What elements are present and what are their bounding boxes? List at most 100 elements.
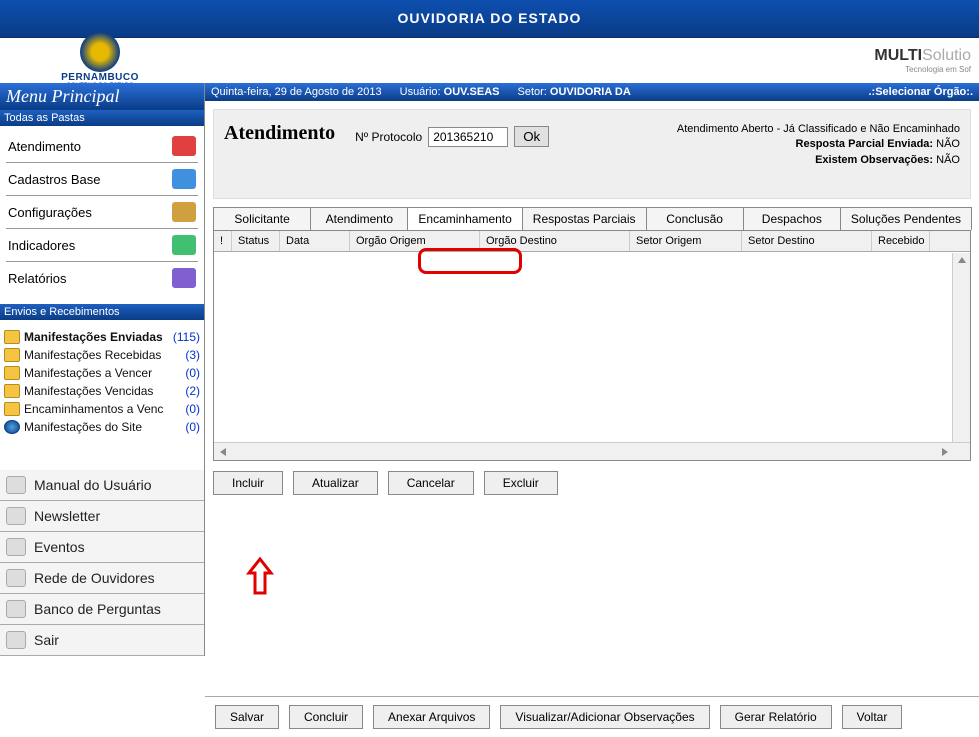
envios-item[interactable]: Manifestações Enviadas(115) [4, 328, 200, 346]
folder-label: Relatórios [8, 271, 67, 286]
bottom-link-banco-de-perguntas[interactable]: Banco de Perguntas [0, 594, 204, 625]
tab-solicitante[interactable]: Solicitante [213, 207, 311, 230]
status-line-1: Atendimento Aberto - Já Classificado e N… [677, 122, 960, 137]
envios-item[interactable]: Manifestações Vencidas(2) [4, 382, 200, 400]
bottom-link-label: Eventos [34, 539, 85, 555]
excluir-button[interactable]: Excluir [484, 471, 558, 495]
sidebar-section-envios: Envios e Recebimentos [0, 304, 204, 320]
envios-count: (0) [185, 420, 200, 434]
tab-solu-es-pendentes[interactable]: Soluções Pendentes [840, 207, 972, 230]
folder-item-atendimento[interactable]: Atendimento [6, 130, 198, 163]
tab-encaminhamento[interactable]: Encaminhamento [407, 207, 522, 230]
main-column: Quinta-feira, 29 de Agosto de 2013 Usuár… [205, 83, 979, 656]
tab-despachos[interactable]: Despachos [743, 207, 841, 230]
brand-block: MULTISolutio Tecnologia em Sof [874, 47, 979, 74]
folder-icon [172, 202, 196, 222]
brand-sub: Tecnologia em Sof [874, 65, 971, 74]
heading-panel: Atendimento Nº Protocolo Ok Atendimento … [213, 109, 971, 199]
network-icon [6, 569, 26, 587]
folder-label: Cadastros Base [8, 172, 101, 187]
envios-item[interactable]: Manifestações a Vencer(0) [4, 364, 200, 382]
top-banner: OUVIDORIA DO ESTADO [0, 0, 979, 38]
question-icon [6, 600, 26, 618]
folder-item-indicadores[interactable]: Indicadores [6, 229, 198, 262]
col-header[interactable]: Setor Origem [630, 231, 742, 251]
footer-button-bar: Salvar Concluir Anexar Arquivos Visualizar/… [205, 696, 979, 737]
folder-mini-icon [4, 384, 20, 398]
folder-icon [172, 268, 196, 288]
page-title: Atendimento [224, 122, 335, 145]
info-bar: Quinta-feira, 29 de Agosto de 2013 Usuár… [205, 83, 979, 101]
envios-count: (0) [185, 366, 200, 380]
folder-icon [172, 136, 196, 156]
col-header[interactable]: Recebido [872, 231, 930, 251]
tab-atendimento[interactable]: Atendimento [310, 207, 408, 230]
envios-label: Manifestações Recebidas [24, 348, 183, 362]
col-header[interactable]: Data [280, 231, 350, 251]
col-header[interactable]: Status [232, 231, 280, 251]
orgao-selector[interactable]: .:Selecionar Órgão:. [868, 86, 973, 98]
folder-label: Atendimento [8, 139, 81, 154]
envios-count: (3) [185, 348, 200, 362]
infobar-user: Usuário: OUV.SEAS [400, 86, 500, 98]
sidebar-section-folders: Todas as Pastas [0, 110, 204, 126]
infobar-setor: Setor: OUVIDORIA DA [518, 86, 631, 98]
ok-button[interactable]: Ok [514, 126, 549, 147]
col-header[interactable]: Orgão Origem [350, 231, 480, 251]
status-line-3: Existem Observações: NÃO [677, 153, 960, 168]
bottom-link-newsletter[interactable]: Newsletter [0, 501, 204, 532]
folder-mini-icon [4, 348, 20, 362]
tab-conclus-o[interactable]: Conclusão [646, 207, 744, 230]
header-strip: PERNAMBUCO GOVERNO DO ESTADO MULTISoluti… [0, 38, 979, 83]
envios-label: Encaminhamentos a Venc [24, 402, 183, 416]
envios-item[interactable]: Manifestações Recebidas(3) [4, 346, 200, 364]
envelope-icon [6, 507, 26, 525]
envios-count: (2) [185, 384, 200, 398]
brand-name: MULTISolutio [874, 47, 971, 65]
envios-item[interactable]: Encaminhamentos a Venc(0) [4, 400, 200, 418]
action-button-row: Incluir Atualizar Cancelar Excluir [213, 471, 971, 495]
scrollbar-horizontal[interactable] [214, 442, 970, 460]
globe-icon [4, 420, 20, 434]
bottom-link-sair[interactable]: Sair [0, 625, 204, 656]
col-header[interactable]: ! [214, 231, 232, 251]
folder-mini-icon [4, 402, 20, 416]
bottom-link-label: Rede de Ouvidores [34, 570, 155, 586]
folder-icon [172, 169, 196, 189]
infobar-date: Quinta-feira, 29 de Agosto de 2013 [211, 86, 382, 98]
salvar-button[interactable]: Salvar [215, 705, 279, 729]
envios-count: (115) [173, 330, 200, 344]
sidebar-title: Menu Principal [0, 83, 204, 110]
folder-item-cadastros-base[interactable]: Cadastros Base [6, 163, 198, 196]
folder-item-configura-es[interactable]: Configurações [6, 196, 198, 229]
envios-item[interactable]: Manifestações do Site(0) [4, 418, 200, 436]
incluir-button[interactable]: Incluir [213, 471, 283, 495]
envios-count: (0) [185, 402, 200, 416]
crest-emblem-icon [80, 32, 120, 72]
atualizar-button[interactable]: Atualizar [293, 471, 378, 495]
bottom-link-label: Manual do Usuário [34, 477, 152, 493]
envios-label: Manifestações a Vencer [24, 366, 183, 380]
anexar-arquivos-button[interactable]: Anexar Arquivos [373, 705, 490, 729]
cancelar-button[interactable]: Cancelar [388, 471, 474, 495]
calendar-icon [6, 538, 26, 556]
bottom-link-rede-de-ouvidores[interactable]: Rede de Ouvidores [0, 563, 204, 594]
folder-item-relat-rios[interactable]: Relatórios [6, 262, 198, 294]
encaminhamento-table: !StatusDataOrgão OrigemOrgão DestinoSeto… [213, 231, 971, 461]
scrollbar-vertical[interactable] [952, 253, 970, 442]
voltar-button[interactable]: Voltar [842, 705, 903, 729]
tab-respostas-parciais[interactable]: Respostas Parciais [522, 207, 647, 230]
content-area: Atendimento Nº Protocolo Ok Atendimento … [205, 101, 979, 656]
exit-icon [6, 631, 26, 649]
gerar-relat-rio-button[interactable]: Gerar Relatório [720, 705, 832, 729]
bottom-link-manual-do-usu-rio[interactable]: Manual do Usuário [0, 470, 204, 501]
protocol-input[interactable] [428, 127, 508, 147]
col-header[interactable]: Setor Destino [742, 231, 872, 251]
col-header[interactable]: Orgão Destino [480, 231, 630, 251]
concluir-button[interactable]: Concluir [289, 705, 363, 729]
visualizar-adicionar-observa-es-button[interactable]: Visualizar/Adicionar Observações [500, 705, 709, 729]
bottom-link-eventos[interactable]: Eventos [0, 532, 204, 563]
tabs-row: SolicitanteAtendimentoEncaminhamentoResp… [213, 207, 971, 231]
protocol-block: Nº Protocolo Ok [355, 126, 549, 147]
crest-label: PERNAMBUCO [0, 72, 200, 83]
